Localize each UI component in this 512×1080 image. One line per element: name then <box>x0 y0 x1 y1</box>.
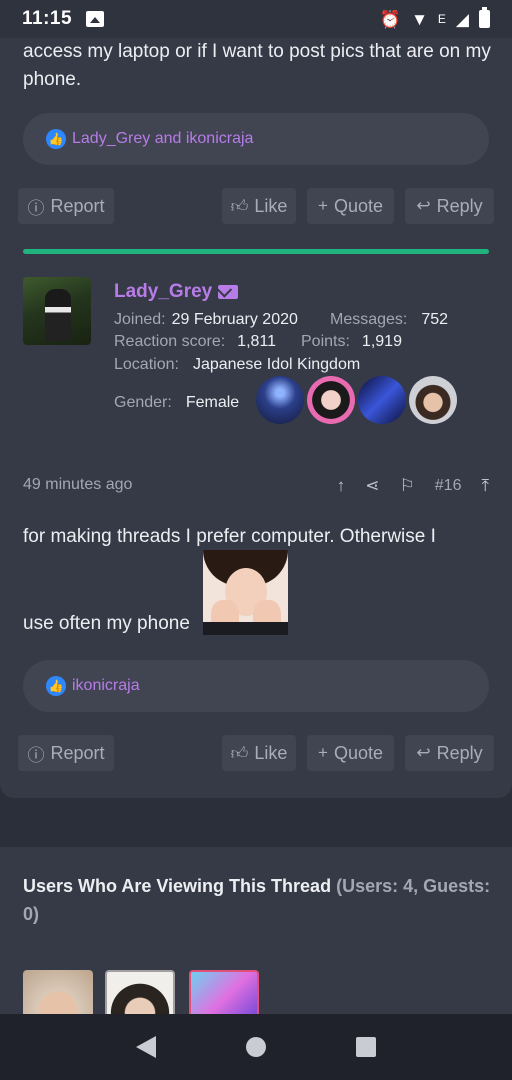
user-avatar[interactable] <box>23 277 91 345</box>
viewing-section: Users Who Are Viewing This Thread (Users… <box>0 847 512 1017</box>
reply-icon: ↩ <box>416 743 431 762</box>
gender-value: Female <box>185 394 240 411</box>
location-label: Location: <box>114 356 179 373</box>
like-reaction-icon: 👍 <box>46 129 66 149</box>
joined-row: Joined: 29 February 2020 <box>114 311 298 329</box>
quote-label: Quote <box>333 195 383 216</box>
points-label: Points: <box>301 333 350 350</box>
location-row: Location: Japanese Idol Kingdom <box>114 356 360 374</box>
quote-label: Quote <box>333 742 383 763</box>
username[interactable]: Lady_Grey <box>114 281 239 303</box>
reply-label: Reply <box>436 195 483 216</box>
quote-button[interactable]: + Quote <box>307 735 394 771</box>
post-time[interactable]: 49 minutes ago <box>23 476 132 493</box>
reply-button[interactable]: ↩ Reply <box>405 188 494 224</box>
jump-top-icon[interactable]: ⤒ <box>481 476 489 496</box>
wifi-icon: ▼ <box>411 9 428 29</box>
plus-icon: + <box>318 196 328 215</box>
reactions-bar[interactable]: 👍 Lady_Grey and ikonicraja <box>23 113 489 165</box>
previous-post-text: access my laptop or if I want to post pi… <box>23 41 491 90</box>
joined-value: 29 February 2020 <box>171 311 298 328</box>
reply-icon: ↩ <box>416 196 431 215</box>
points-row: Points: 1,919 <box>301 333 402 351</box>
reaction-label: Reaction score: <box>114 333 226 350</box>
nav-bar <box>0 1014 512 1080</box>
back-icon[interactable] <box>136 1036 156 1058</box>
report-label: Report <box>50 195 105 216</box>
like-label: Like <box>254 742 288 763</box>
reactions-bar-2[interactable]: 👍 ikonicraja <box>23 660 489 712</box>
post-card: access my laptop or if I want to post pi… <box>0 38 512 798</box>
post-text-line2: use often my phone <box>23 613 190 634</box>
reaction-users[interactable]: ikonicraja <box>72 677 140 695</box>
post-meta: 49 minutes ago ↑ ⋖ ⚐ #16 ⤒ <box>23 476 489 500</box>
report-label: Report <box>50 742 105 763</box>
reply-label: Reply <box>436 742 483 763</box>
alarm-icon: ⏰ <box>379 9 402 29</box>
reaction-value: 1,811 <box>237 333 277 350</box>
quote-button[interactable]: + Quote <box>307 188 394 224</box>
badge-dreamcatcher[interactable] <box>256 376 304 424</box>
messages-row: Messages: 752 <box>330 311 448 329</box>
sticker-image <box>203 550 288 635</box>
like-reaction-icon: 👍 <box>46 676 66 696</box>
messages-value: 752 <box>421 311 449 328</box>
viewing-title-text: Users Who Are Viewing This Thread <box>23 876 332 896</box>
post-divider <box>23 249 489 254</box>
reaction-score-row: Reaction score: 1,811 <box>114 333 276 351</box>
badge-purple-kiss[interactable] <box>358 376 406 424</box>
thumbs-up-icon: 👍︎ <box>230 196 249 216</box>
arrow-up-icon[interactable]: ↑ <box>337 476 346 496</box>
badge-idol-2[interactable] <box>409 376 457 424</box>
status-bar: 11:15 ⏰ ▼ E ◢ <box>0 0 512 38</box>
viewer-avatar-2[interactable] <box>105 970 175 1015</box>
gender-label: Gender: <box>114 394 172 411</box>
network-type: E <box>437 12 446 26</box>
report-icon: ⓘ <box>27 198 45 218</box>
location-value: Japanese Idol Kingdom <box>192 356 361 373</box>
mail-icon[interactable] <box>218 285 239 299</box>
signal-icon: ◢ <box>455 9 469 29</box>
gender-row: Gender: Female <box>114 394 239 412</box>
points-value: 1,919 <box>361 333 402 350</box>
like-button[interactable]: 👍︎ Like <box>222 188 296 224</box>
thumbs-up-icon: 👍︎ <box>230 743 249 763</box>
messages-label: Messages: <box>330 311 408 328</box>
viewer-avatar-3[interactable] <box>189 970 259 1015</box>
badge-idol-1[interactable] <box>307 376 355 424</box>
reply-button[interactable]: ↩ Reply <box>405 735 494 771</box>
report-icon: ⓘ <box>27 745 45 765</box>
battery-icon <box>479 7 490 28</box>
share-icon[interactable]: ⋖ <box>365 476 379 496</box>
reaction-users[interactable]: Lady_Grey and ikonicraja <box>72 130 253 148</box>
like-button[interactable]: 👍︎ Like <box>222 735 296 771</box>
joined-label: Joined: <box>114 311 166 328</box>
post-text-line1: for making threads I prefer computer. Ot… <box>23 526 436 547</box>
report-button[interactable]: ⓘ Report <box>18 735 114 771</box>
post-number[interactable]: #16 <box>435 477 462 495</box>
home-icon[interactable] <box>246 1037 266 1057</box>
viewing-title: Users Who Are Viewing This Thread (Users… <box>23 872 493 928</box>
like-label: Like <box>254 195 288 216</box>
bookmark-icon[interactable]: ⚐ <box>400 476 415 496</box>
report-button[interactable]: ⓘ Report <box>18 188 114 224</box>
clock: 11:15 <box>22 8 73 29</box>
plus-icon: + <box>318 743 328 762</box>
gallery-icon <box>86 11 105 27</box>
recents-icon[interactable] <box>356 1037 376 1057</box>
username-text[interactable]: Lady_Grey <box>114 281 212 303</box>
viewer-avatar-1[interactable] <box>23 970 93 1015</box>
